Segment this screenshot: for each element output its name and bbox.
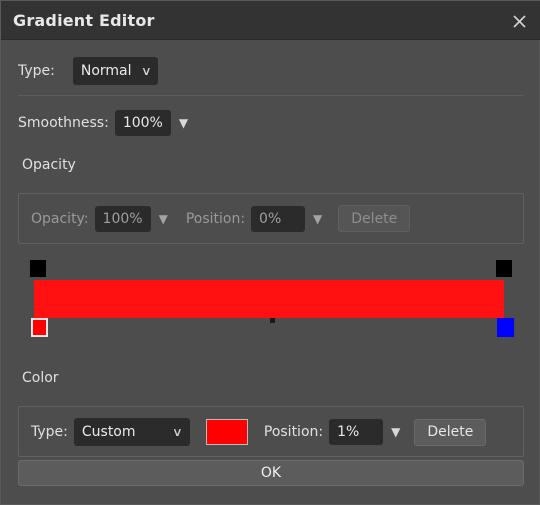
opacity-input[interactable]: 100% — [94, 205, 151, 232]
gradient-preview[interactable] — [18, 256, 524, 341]
color-position-label: Position: — [263, 424, 324, 440]
color-heading-label: Color — [22, 370, 59, 386]
color-position-value: 1% — [337, 424, 360, 440]
smoothness-value: 100% — [122, 115, 163, 131]
gradient-bar[interactable] — [34, 280, 504, 318]
opacity-position-value: 0% — [259, 210, 282, 227]
color-type-combobox[interactable]: Custom ∨ — [73, 418, 190, 446]
color-delete-button[interactable]: Delete — [414, 418, 487, 446]
chevron-down-icon: ∨ — [171, 425, 183, 439]
gradient-editor-dialog: Gradient Editor Type: Normal ∨ Smoothnes… — [0, 0, 540, 505]
type-combobox-value: Normal — [80, 63, 132, 79]
color-section-heading: Color — [22, 370, 59, 386]
opacity-controls-row: Opacity: 100% ▼ Position: 0% ▼ Delete — [31, 205, 411, 232]
color-delete-label: Delete — [427, 424, 474, 440]
color-groupbox: Type: Custom ∨ Position: 1% ▼ Delete — [18, 406, 524, 457]
left-color-stop[interactable] — [31, 318, 48, 337]
chevron-down-icon: ∨ — [140, 64, 152, 78]
left-opacity-stop[interactable] — [30, 260, 46, 277]
opacity-position-input[interactable]: 0% — [251, 205, 306, 232]
opacity-delete-button[interactable]: Delete — [338, 205, 411, 232]
color-type-label: Type: — [31, 424, 68, 440]
ok-button-label: OK — [260, 465, 282, 481]
opacity-dropdown-icon[interactable]: ▼ — [159, 213, 168, 225]
type-combobox[interactable]: Normal ∨ — [72, 57, 159, 85]
color-swatch[interactable] — [205, 419, 248, 445]
section-divider — [18, 95, 524, 96]
smoothness-label: Smoothness: — [18, 115, 109, 131]
color-position-input[interactable]: 1% — [329, 419, 384, 445]
opacity-section-heading: Opacity — [22, 157, 76, 173]
color-type-value: Custom — [81, 424, 136, 440]
opacity-value: 100% — [102, 210, 143, 227]
ok-button[interactable]: OK — [18, 460, 524, 486]
right-opacity-stop[interactable] — [496, 260, 512, 277]
opacity-heading-label: Opacity — [22, 157, 76, 173]
gradient-midpoint-marker[interactable] — [270, 318, 275, 323]
opacity-position-label: Position: — [185, 210, 246, 227]
opacity-position-dropdown-icon[interactable]: ▼ — [313, 213, 322, 225]
smoothness-input[interactable]: 100% — [114, 110, 171, 136]
opacity-groupbox: Opacity: 100% ▼ Position: 0% ▼ Delete — [18, 193, 524, 244]
smoothness-row: Smoothness: 100% ▼ — [18, 110, 188, 136]
smoothness-dropdown-icon[interactable]: ▼ — [179, 117, 188, 129]
color-position-dropdown-icon[interactable]: ▼ — [391, 426, 400, 438]
color-controls-row: Type: Custom ∨ Position: 1% ▼ Delete — [31, 418, 487, 446]
right-color-stop[interactable] — [497, 318, 514, 337]
opacity-field-label: Opacity: — [31, 210, 89, 227]
close-icon[interactable] — [505, 7, 533, 35]
title-bar: Gradient Editor — [1, 1, 540, 40]
window-title: Gradient Editor — [13, 11, 155, 30]
opacity-delete-label: Delete — [351, 210, 398, 227]
type-label: Type: — [18, 63, 55, 79]
type-row: Type: Normal ∨ — [18, 57, 159, 85]
